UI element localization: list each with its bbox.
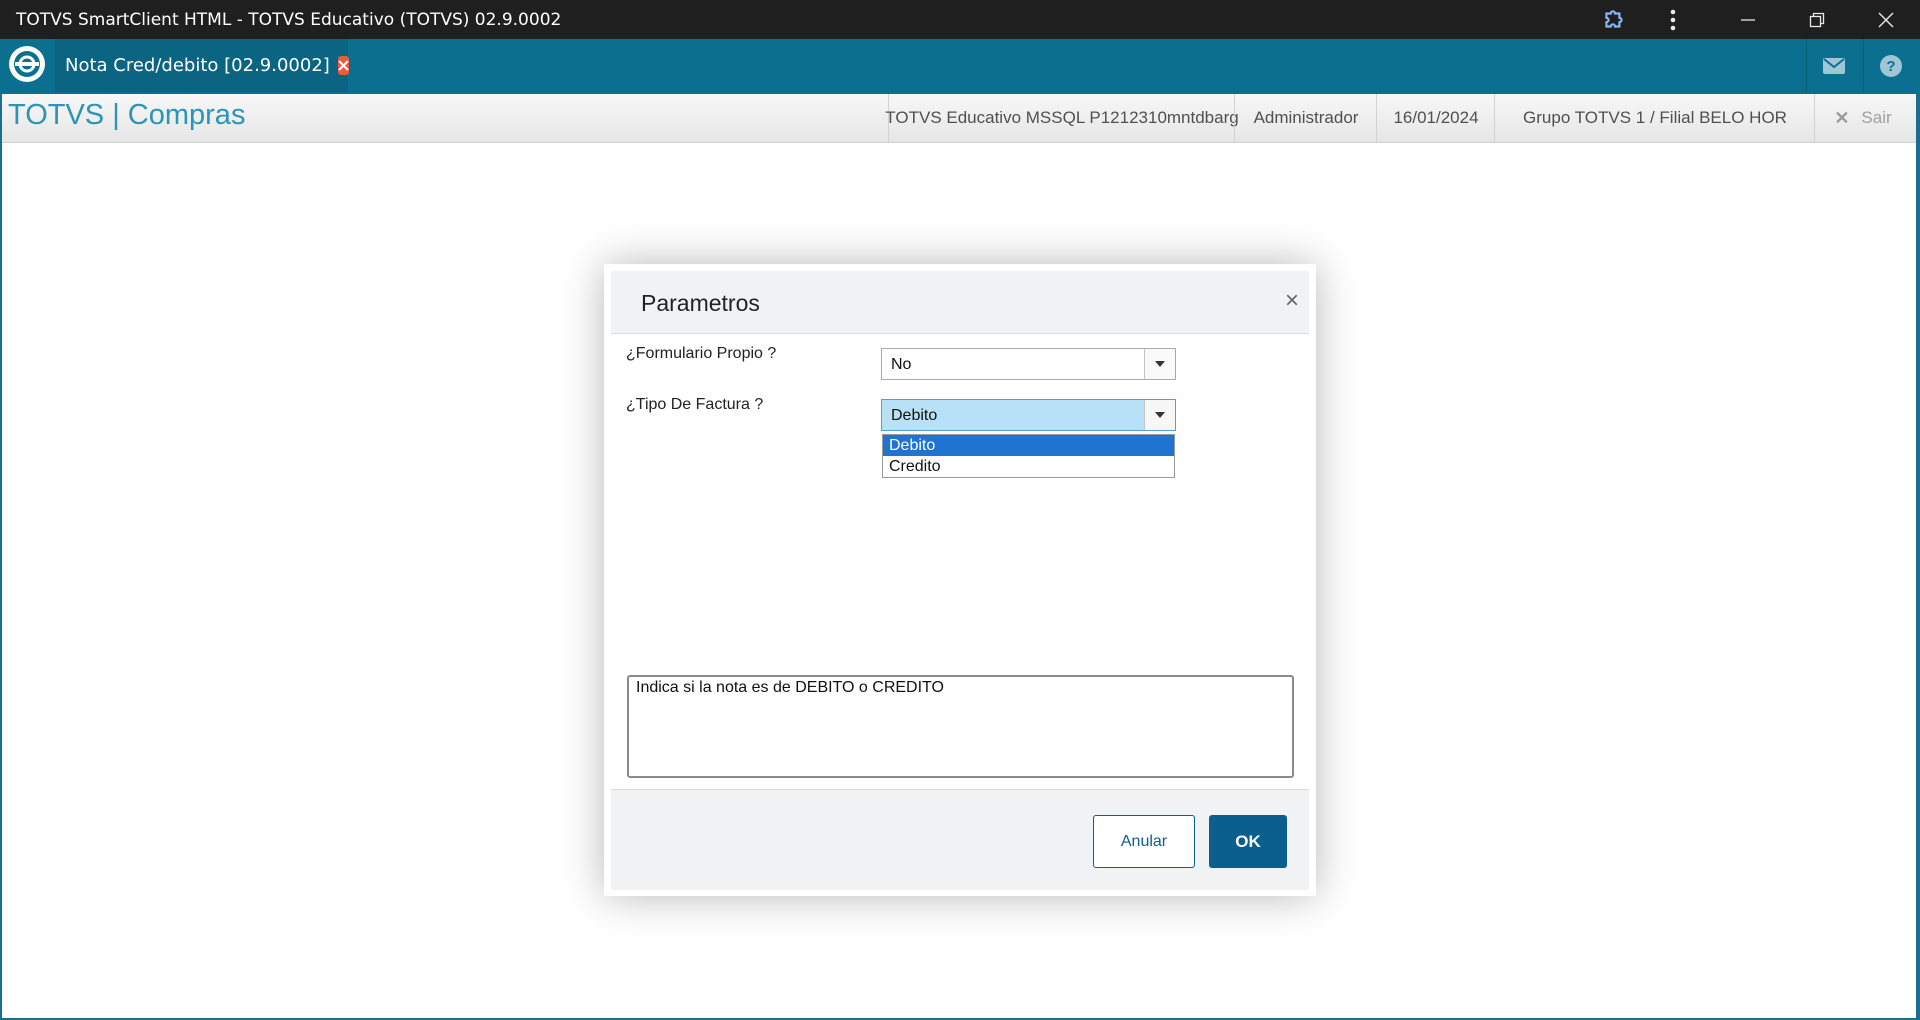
date-info: 16/01/2024 [1376, 94, 1495, 142]
environment-label: TOTVS Educativo MSSQL P1212310mntdbarg [885, 108, 1239, 127]
option-credito[interactable]: Credito [883, 456, 1174, 477]
formulario-value: No [891, 356, 912, 373]
window-titlebar: TOTVS SmartClient HTML - TOTVS Educativo… [0, 0, 1920, 39]
mail-icon[interactable] [1806, 39, 1862, 92]
cancel-button[interactable]: Anular [1093, 815, 1195, 868]
exit-label: Sair [1861, 108, 1892, 127]
app-bar: Nota Cred/debito [02.9.0002] ? [0, 39, 1920, 94]
dialog-footer: Anular OK [611, 789, 1309, 890]
more-vert-icon[interactable] [1645, 0, 1701, 39]
help-text: Indica si la nota es de DEBITO o CREDITO [636, 679, 944, 696]
window-title: TOTVS SmartClient HTML - TOTVS Educativo… [16, 10, 562, 30]
ok-button[interactable]: OK [1209, 815, 1287, 868]
dialog-header: Parametros × [611, 271, 1309, 334]
exit-button[interactable]: ✕ Sair [1814, 94, 1911, 142]
dialog-close-icon[interactable]: × [1285, 289, 1299, 313]
formulario-select[interactable]: No [881, 348, 1176, 380]
extension-icon[interactable] [1586, 0, 1642, 39]
date-label: 16/01/2024 [1393, 108, 1479, 127]
field-label-tipo: ¿Tipo De Factura ? [626, 396, 764, 413]
parameters-dialog: Parametros × ¿Formulario Propio ? No ¿Ti… [604, 264, 1316, 896]
environment-info: TOTVS Educativo MSSQL P1212310mntdbarg [885, 94, 1239, 142]
user-label: Administrador [1253, 108, 1359, 127]
help-textbox: Indica si la nota es de DEBITO o CREDITO [627, 675, 1294, 778]
tab-nota-cred-debito[interactable]: Nota Cred/debito [02.9.0002] [55, 39, 349, 92]
chevron-down-icon[interactable] [1144, 349, 1175, 379]
tipo-factura-dropdown: Debito Credito [882, 434, 1175, 478]
restore-icon[interactable] [1789, 0, 1845, 39]
user-info: Administrador [1234, 94, 1377, 142]
chevron-down-icon[interactable] [1144, 400, 1175, 430]
module-brand: TOTVS | Compras [8, 99, 246, 131]
help-icon[interactable]: ? [1863, 39, 1919, 92]
tipo-factura-value: Debito [891, 407, 938, 424]
tab-close-icon[interactable] [337, 56, 349, 75]
option-debito[interactable]: Debito [883, 435, 1174, 456]
branch-label: Grupo TOTVS 1 / Filial BELO HOR [1523, 108, 1787, 127]
branch-info: Grupo TOTVS 1 / Filial BELO HOR [1494, 94, 1815, 142]
minimize-icon[interactable] [1720, 0, 1776, 39]
tab-label: Nota Cred/debito [02.9.0002] [65, 55, 330, 76]
exit-x-icon: ✕ [1834, 107, 1850, 128]
close-icon[interactable] [1858, 0, 1914, 39]
totvs-logo-icon[interactable] [9, 46, 45, 82]
module-header: TOTVS | Compras TOTVS Educativo MSSQL P1… [2, 94, 1916, 143]
field-label-formulario: ¿Formulario Propio ? [626, 345, 777, 362]
dialog-title: Parametros [641, 290, 760, 316]
svg-text:?: ? [1886, 58, 1895, 75]
tipo-factura-select[interactable]: Debito [881, 399, 1176, 431]
